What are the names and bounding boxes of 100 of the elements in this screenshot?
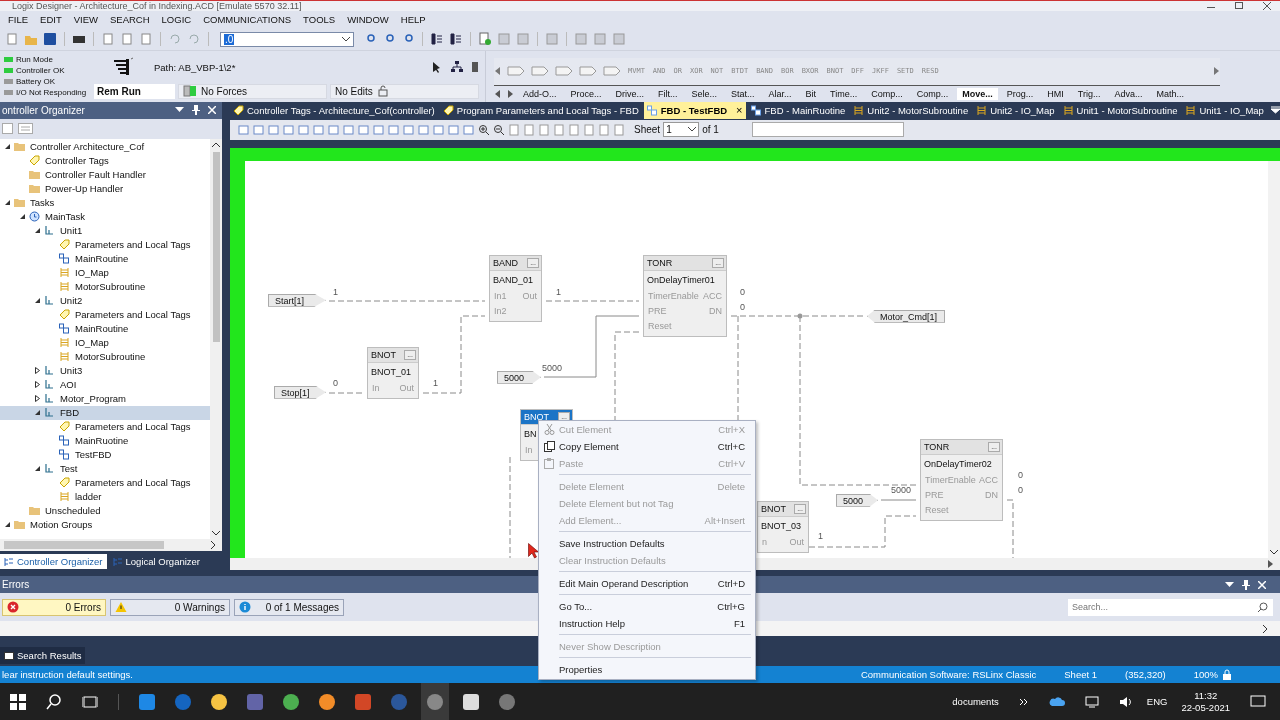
search-results-tab[interactable]: Search Results <box>0 647 86 665</box>
palette-tab[interactable]: Stat... <box>726 87 760 100</box>
palette-tab[interactable]: Adva... <box>1109 87 1148 100</box>
tree-item[interactable]: MainTask <box>0 209 210 224</box>
tree-item[interactable]: Parameters and Local Tags <box>0 237 210 252</box>
tree-item[interactable]: Parameters and Local Tags <box>0 307 210 322</box>
palette-tab[interactable]: Filt... <box>653 87 683 100</box>
palette-tab[interactable]: Math... <box>1151 87 1190 100</box>
sheet-description-field[interactable] <box>751 122 904 138</box>
verify-icon[interactable] <box>478 32 492 47</box>
diagram-tool-icon[interactable] <box>538 123 550 136</box>
menu-item[interactable]: SEARCH <box>110 14 150 26</box>
palette-tab[interactable]: HMI <box>1042 87 1069 100</box>
palette-tab[interactable]: Comp... <box>866 87 908 100</box>
tree-item[interactable]: Motor_Program <box>0 391 210 406</box>
diagram-tool-icon[interactable] <box>583 123 595 136</box>
paste-icon[interactable] <box>139 32 153 47</box>
clock-time[interactable]: 11:32 <box>1194 689 1218 702</box>
tab-list-icon[interactable] <box>1270 106 1280 115</box>
editor-tab[interactable]: Unit2 - MotorSubroutine <box>850 101 972 119</box>
collapsed-arrow-icon[interactable] <box>34 367 41 375</box>
collapse-icon[interactable] <box>2 122 14 135</box>
diagram-tool-icon[interactable] <box>238 123 250 136</box>
expand-icon[interactable] <box>18 122 34 135</box>
tab-close-button[interactable]: × <box>736 104 743 117</box>
network-icon[interactable] <box>451 61 463 74</box>
expanded-arrow-icon[interactable] <box>4 521 11 529</box>
context-menu-item[interactable]: Save Instruction Defaults <box>539 535 755 552</box>
scroll-left-icon[interactable] <box>494 88 502 99</box>
collapsed-arrow-icon[interactable] <box>34 381 41 389</box>
device-icon[interactable] <box>471 61 479 74</box>
diagram-tool-icon[interactable] <box>553 123 565 136</box>
diagram-tool-icon[interactable] <box>298 123 310 136</box>
diagram-tool-icon[interactable] <box>253 123 265 136</box>
tree-item[interactable]: Unscheduled <box>0 503 210 518</box>
search-icon[interactable] <box>46 693 62 710</box>
expanded-arrow-icon[interactable] <box>34 297 41 305</box>
view-icon[interactable] <box>449 32 463 47</box>
close-icon[interactable] <box>1262 2 1272 10</box>
palette-tab[interactable]: Trig... <box>1072 87 1106 100</box>
palette-tab[interactable]: Comp... <box>911 87 954 100</box>
context-menu-item[interactable]: Edit Main Operand Description Ctrl+D <box>539 575 755 592</box>
pin-icon[interactable] <box>192 105 200 116</box>
menu-item[interactable]: WINDOW <box>347 14 389 26</box>
element-shape-icon[interactable] <box>554 65 574 78</box>
new-icon[interactable] <box>5 32 19 47</box>
element-shape-icon[interactable] <box>578 65 598 78</box>
tree-item[interactable]: Controller Tags <box>0 153 210 168</box>
menu-item[interactable]: TOOLS <box>303 14 336 26</box>
diagram-tool-icon[interactable] <box>418 123 430 136</box>
palette-tab[interactable]: Add-O... <box>518 87 562 100</box>
palette-tab[interactable]: Drive... <box>610 87 650 100</box>
diagram-tool-icon[interactable] <box>373 123 385 136</box>
diagram-tool-icon[interactable] <box>598 123 610 136</box>
context-menu-item[interactable]: Go To... Ctrl+G <box>539 598 755 615</box>
element-shape-icon[interactable] <box>506 65 526 78</box>
tag-combo-box[interactable]: .0 <box>220 31 354 47</box>
organizer-tab[interactable]: Logical Organizer <box>108 554 204 570</box>
clock-date[interactable]: 22-05-2021 <box>1181 701 1230 714</box>
palette-tab[interactable]: Prog... <box>1001 87 1039 100</box>
diagram-tool-icon[interactable] <box>283 123 295 136</box>
filter-button[interactable]: 0 of 1 Messages <box>234 598 344 616</box>
palette-tab[interactable]: Move... <box>957 87 998 100</box>
palette-tab[interactable]: Alar... <box>763 87 797 100</box>
tree-item[interactable]: Controller Architecture_Cof <box>0 139 210 154</box>
view-icon[interactable] <box>430 32 444 47</box>
scroll-left-icon[interactable] <box>494 66 502 77</box>
dropdown-icon[interactable] <box>1225 581 1234 588</box>
palette-tab[interactable]: Sele... <box>686 87 723 100</box>
editor-tab[interactable]: FBD - TestFBD × <box>643 101 746 119</box>
tree-item[interactable]: MainRoutine <box>0 321 210 336</box>
dropdown-icon[interactable] <box>175 107 184 114</box>
diagram-tool-icon[interactable] <box>358 123 370 136</box>
tag-reference[interactable]: Stop[1] <box>274 385 326 399</box>
tree-item[interactable]: Unit3 <box>0 363 210 378</box>
menu-item[interactable]: HELP <box>400 14 426 26</box>
search-field[interactable]: Search... <box>1068 598 1273 616</box>
diagram-tool-icon[interactable] <box>433 123 445 136</box>
editor-tab[interactable]: Unit2 - IO_Map <box>973 101 1058 119</box>
tree-item[interactable]: Unit2 <box>0 293 210 308</box>
tree-item[interactable]: MainRuotine <box>0 433 210 448</box>
volume-icon[interactable] <box>1118 695 1133 708</box>
tree-item[interactable]: Unit1 <box>0 223 210 238</box>
pin-icon[interactable] <box>1242 579 1250 590</box>
tree-item[interactable]: IO_Map <box>0 265 210 280</box>
tree-item[interactable]: Motion Groups <box>0 517 210 532</box>
editor-tab[interactable]: Program Parameters and Local Tags - FBD <box>439 101 642 119</box>
diagram-tool-icon[interactable] <box>403 123 415 136</box>
language-indicator[interactable]: ENG <box>1146 696 1168 707</box>
tree-item[interactable]: MotorSubroutine <box>0 349 210 364</box>
save-icon[interactable] <box>43 32 57 47</box>
tree-item[interactable]: AOI <box>0 377 210 392</box>
tree-item[interactable]: Tasks <box>0 195 210 210</box>
diagram-tool-icon[interactable] <box>388 123 400 136</box>
diagram-tool-icon[interactable] <box>343 123 355 136</box>
chevron-icon[interactable] <box>1018 696 1029 707</box>
context-menu-item[interactable]: Properties <box>539 661 755 678</box>
toolbar-label[interactable]: documents <box>952 696 999 707</box>
scroll-down-icon[interactable] <box>212 529 220 536</box>
tree-item[interactable]: Controller Fault Handler <box>0 167 210 182</box>
